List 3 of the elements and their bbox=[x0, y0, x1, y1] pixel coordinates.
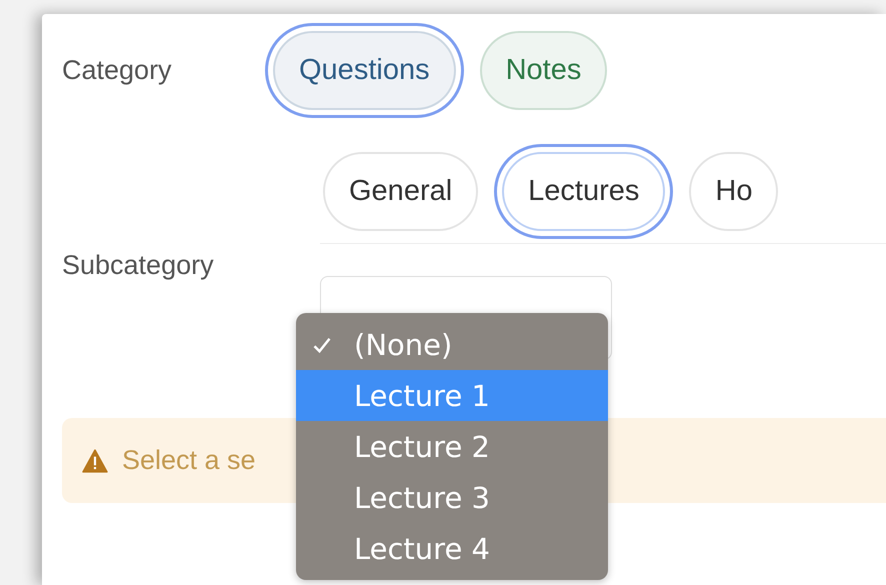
category-label: Category bbox=[62, 55, 173, 86]
warning-text: Select a se bbox=[122, 445, 256, 476]
subcategory-label: Subcategory bbox=[62, 249, 215, 282]
